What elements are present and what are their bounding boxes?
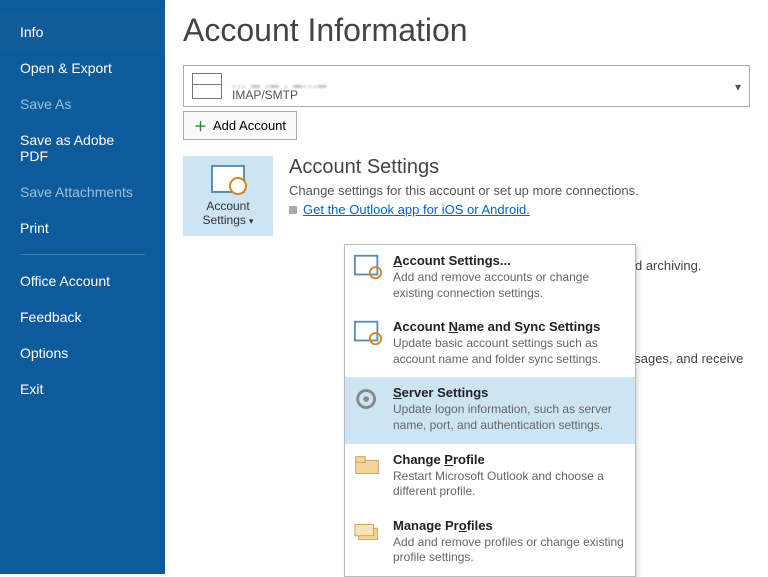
- dropdown-item-title: Server Settings: [393, 385, 627, 400]
- sidebar: Info Open & Export Save As Save as Adobe…: [0, 0, 165, 574]
- dropdown-item-desc: Restart Microsoft Outlook and choose a d…: [393, 469, 627, 500]
- chevron-down-icon: ▾: [735, 80, 741, 94]
- sidebar-item-open-export[interactable]: Open & Export: [0, 50, 165, 86]
- account-selector[interactable]: ··· ─ ·─ · ─···─ IMAP/SMTP ▾: [183, 65, 750, 107]
- sidebar-item-office-account[interactable]: Office Account: [0, 263, 165, 299]
- account-settings-dropdown: Account Settings... Add and remove accoun…: [344, 244, 636, 577]
- bullet-icon: [289, 206, 297, 214]
- account-settings-button[interactable]: Account Settings▾: [183, 156, 273, 236]
- account-settings-text: Account Settings Change settings for thi…: [289, 156, 639, 236]
- sidebar-divider: [20, 254, 145, 255]
- account-settings-icon: [211, 165, 245, 193]
- page-title: Account Information: [183, 12, 750, 49]
- sidebar-item-info[interactable]: Info: [0, 14, 165, 50]
- add-account-label: Add Account: [213, 118, 286, 133]
- sidebar-item-feedback[interactable]: Feedback: [0, 299, 165, 335]
- sidebar-item-exit[interactable]: Exit: [0, 371, 165, 407]
- account-settings-label2: Settings: [203, 213, 246, 227]
- dropdown-item-desc: Add and remove accounts or change existi…: [393, 270, 627, 301]
- section-heading: Account Settings: [289, 156, 639, 179]
- sidebar-item-save-adobe-pdf[interactable]: Save as Adobe PDF: [0, 122, 165, 174]
- dropdown-item-4[interactable]: Manage Profiles Add and remove profiles o…: [345, 510, 635, 576]
- mailbox-icon: [192, 73, 222, 99]
- folder-icon: [353, 452, 383, 480]
- sidebar-item-options[interactable]: Options: [0, 335, 165, 371]
- dropdown-item-desc: Update logon information, such as server…: [393, 402, 627, 433]
- dropdown-item-title: Manage Profiles: [393, 518, 627, 533]
- gear-icon: [353, 385, 383, 413]
- outlook-app-link[interactable]: Get the Outlook app for iOS or Android.: [303, 202, 530, 217]
- sidebar-item-print[interactable]: Print: [0, 210, 165, 246]
- section-subtitle: Change settings for this account or set …: [289, 183, 639, 198]
- sidebar-item-save-attachments: Save Attachments: [0, 174, 165, 210]
- dropdown-item-2[interactable]: Server Settings Update logon information,…: [345, 377, 635, 443]
- account-icon: [353, 319, 383, 347]
- plus-icon: ＋: [194, 116, 207, 135]
- add-account-button[interactable]: ＋ Add Account: [183, 111, 297, 140]
- main-panel: Account Information ··· ─ ·─ · ─···─ IMA…: [165, 0, 768, 574]
- dropdown-item-desc: Add and remove profiles or change existi…: [393, 535, 627, 566]
- account-protocol: IMAP/SMTP: [232, 88, 298, 102]
- dropdown-item-title: Account Name and Sync Settings: [393, 319, 627, 334]
- dropdown-item-3[interactable]: Change Profile Restart Microsoft Outlook …: [345, 444, 635, 510]
- dropdown-item-title: Account Settings...: [393, 253, 627, 268]
- account-settings-label1: Account: [206, 199, 249, 213]
- dropdown-item-0[interactable]: Account Settings... Add and remove accoun…: [345, 245, 635, 311]
- dropdown-item-1[interactable]: Account Name and Sync Settings Update bas…: [345, 311, 635, 377]
- dropdown-item-title: Change Profile: [393, 452, 627, 467]
- account-icon: [353, 253, 383, 281]
- sidebar-item-save-as: Save As: [0, 86, 165, 122]
- dropdown-item-desc: Update basic account settings such as ac…: [393, 336, 627, 367]
- folders-icon: [353, 518, 383, 546]
